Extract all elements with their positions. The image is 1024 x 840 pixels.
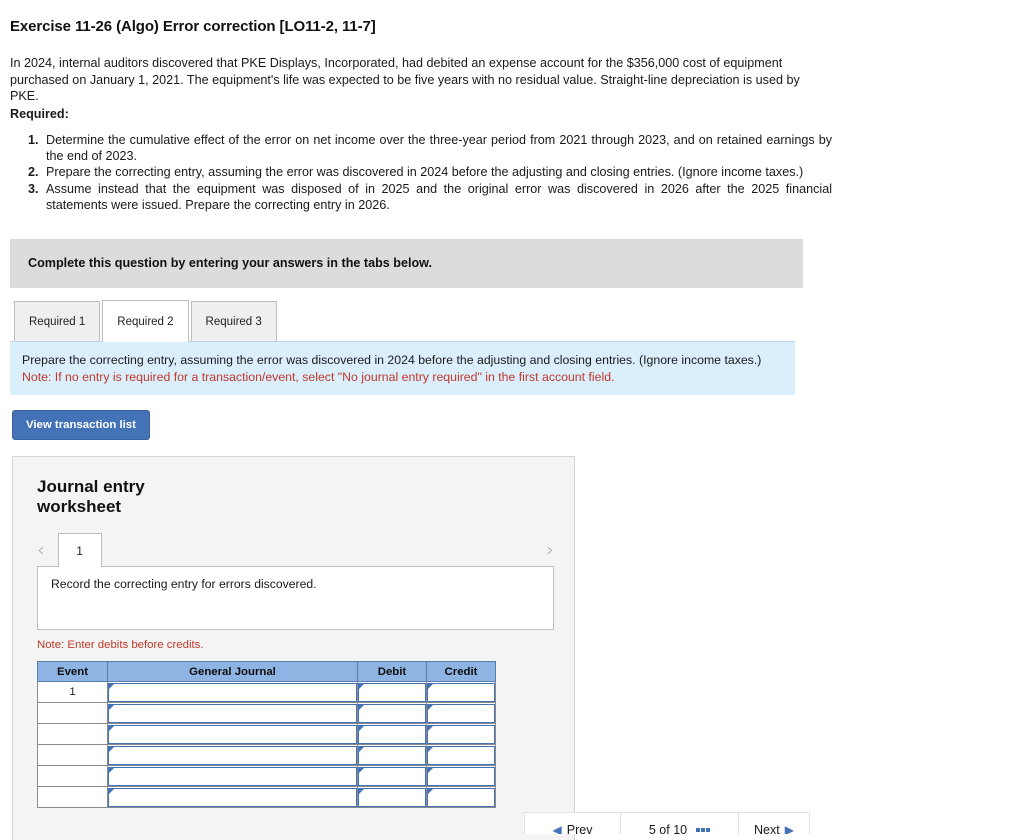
credit-input[interactable]: [427, 724, 495, 744]
column-header-debit: Debit: [357, 661, 427, 683]
tab-required-2[interactable]: Required 2: [102, 300, 189, 343]
journal-entry-worksheet-panel: Journal entry worksheet ‹ 1 › Record the…: [12, 456, 575, 840]
debit-input[interactable]: [358, 724, 426, 744]
general-journal-input[interactable]: [108, 787, 357, 807]
worksheet-page-tab-1[interactable]: 1: [57, 533, 102, 568]
general-journal-input[interactable]: [108, 724, 357, 744]
debit-input-cell[interactable]: [357, 765, 427, 788]
bottom-navigation-bar: ◀ Prev 5 of 10 Next ▶: [524, 812, 810, 834]
event-number: [37, 723, 108, 746]
debit-input-cell[interactable]: [357, 786, 427, 809]
enter-debits-note: Note: Enter debits before credits.: [37, 639, 204, 652]
column-header-credit: Credit: [426, 661, 496, 683]
required-label: Required:: [10, 106, 69, 121]
credit-input-cell[interactable]: [426, 702, 496, 725]
table-row: [37, 786, 496, 809]
debit-input-cell[interactable]: [357, 723, 427, 746]
next-label: Next: [754, 823, 780, 834]
column-header-general-journal: General Journal: [107, 661, 358, 683]
page-title: Exercise 11-26 (Algo) Error correction […: [10, 18, 376, 35]
required-tabs: Required 1 Required 2 Required 3: [14, 300, 795, 343]
debit-input-cell[interactable]: [357, 744, 427, 767]
next-button[interactable]: Next ▶: [739, 813, 809, 834]
debit-input[interactable]: [358, 682, 426, 702]
general-journal-input-cell[interactable]: [107, 681, 358, 704]
requirement-instruction-text: Prepare the correcting entry, assuming t…: [22, 353, 762, 368]
grid-icon[interactable]: [696, 828, 711, 832]
page-indicator[interactable]: 5 of 10: [621, 813, 739, 834]
debit-input[interactable]: [358, 787, 426, 807]
credit-input-cell[interactable]: [426, 744, 496, 767]
credit-input[interactable]: [427, 766, 495, 786]
event-number: [37, 744, 108, 767]
page-indicator-label: 5 of 10: [648, 823, 688, 834]
general-journal-input-cell[interactable]: [107, 765, 358, 788]
column-header-event: Event: [37, 661, 108, 683]
table-row: [37, 765, 496, 788]
debit-input-cell[interactable]: [357, 681, 427, 704]
credit-input-cell[interactable]: [426, 723, 496, 746]
complete-question-bar: Complete this question by entering your …: [10, 239, 803, 289]
worksheet-title: Journal entry worksheet: [37, 477, 145, 516]
debit-input[interactable]: [358, 766, 426, 786]
debit-input[interactable]: [358, 703, 426, 723]
chevron-right-icon[interactable]: ›: [546, 541, 554, 567]
arrow-left-icon: ◀: [552, 823, 562, 834]
table-row: [37, 723, 496, 746]
general-journal-input[interactable]: [108, 703, 357, 723]
event-number: [37, 702, 108, 725]
requirements-list: Determine the cumulative effect of the e…: [0, 132, 832, 213]
credit-input[interactable]: [427, 682, 495, 702]
credit-input[interactable]: [427, 787, 495, 807]
worksheet-description: Record the correcting entry for errors d…: [37, 566, 554, 631]
requirement-instruction-panel: Prepare the correcting entry, assuming t…: [10, 341, 795, 396]
exercise-page: Exercise 11-26 (Algo) Error correction […: [0, 0, 1024, 840]
general-journal-input-cell[interactable]: [107, 786, 358, 809]
credit-input[interactable]: [427, 703, 495, 723]
requirement-item: Determine the cumulative effect of the e…: [42, 132, 832, 164]
general-journal-input-cell[interactable]: [107, 723, 358, 746]
table-row: 1: [37, 681, 496, 704]
journal-entry-table: Event General Journal Debit Credit 1: [37, 661, 496, 809]
credit-input[interactable]: [427, 745, 495, 765]
credit-input-cell[interactable]: [426, 681, 496, 704]
prev-label: Prev: [566, 823, 593, 834]
general-journal-input[interactable]: [108, 682, 357, 702]
table-row: [37, 744, 496, 767]
tab-required-3[interactable]: Required 3: [190, 301, 277, 342]
debit-input-cell[interactable]: [357, 702, 427, 725]
credit-input-cell[interactable]: [426, 786, 496, 809]
event-number: [37, 765, 108, 788]
table-row: [37, 702, 496, 725]
problem-statement: In 2024, internal auditors discovered th…: [10, 55, 800, 122]
chevron-left-icon[interactable]: ‹: [37, 541, 45, 567]
requirement-note-text: Note: If no entry is required for a tran…: [22, 369, 615, 384]
general-journal-input[interactable]: [108, 766, 357, 786]
requirement-item: Assume instead that the equipment was di…: [42, 181, 832, 213]
worksheet-pager: ‹ 1 ›: [13, 533, 574, 568]
tab-required-1[interactable]: Required 1: [14, 301, 101, 342]
requirement-item: Prepare the correcting entry, assuming t…: [42, 164, 832, 180]
general-journal-input-cell[interactable]: [107, 744, 358, 767]
problem-text: In 2024, internal auditors discovered th…: [10, 56, 800, 103]
debit-input[interactable]: [358, 745, 426, 765]
general-journal-input[interactable]: [108, 745, 357, 765]
event-number: [37, 786, 108, 809]
credit-input-cell[interactable]: [426, 765, 496, 788]
table-header-row: Event General Journal Debit Credit: [37, 661, 496, 683]
view-transaction-list-button[interactable]: View transaction list: [12, 410, 150, 441]
general-journal-input-cell[interactable]: [107, 702, 358, 725]
arrow-right-icon: ▶: [784, 823, 794, 834]
prev-button[interactable]: ◀ Prev: [525, 813, 621, 834]
event-number: 1: [37, 681, 108, 704]
